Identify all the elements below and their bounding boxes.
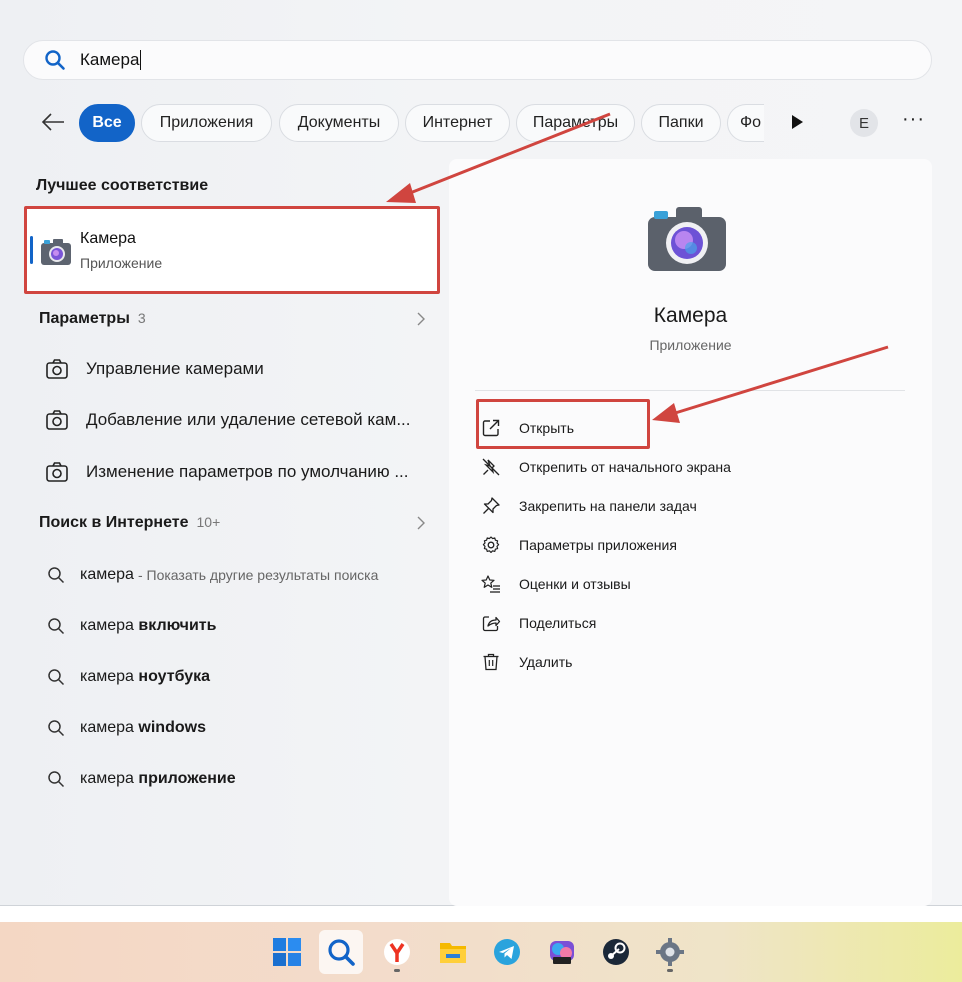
annotation-arrow-1-line	[404, 112, 611, 197]
m365-copilot-icon[interactable]	[540, 930, 584, 974]
steam-icon[interactable]	[594, 930, 638, 974]
taskbar	[0, 922, 962, 982]
yandex-browser-icon[interactable]	[375, 930, 419, 974]
windows-start-icon[interactable]	[265, 930, 309, 974]
settings-gear-icon[interactable]	[648, 930, 692, 974]
annotation-arrow-2-line	[671, 345, 889, 416]
annotation-arrows	[386, 112, 889, 423]
annotation-arrow-1-head	[386, 183, 416, 203]
file-explorer-icon[interactable]	[431, 930, 475, 974]
search-panel: Камера Все Приложения Документы Интернет…	[0, 0, 962, 906]
search-taskbar-icon[interactable]	[319, 930, 363, 974]
running-indicator	[667, 969, 673, 972]
telegram-icon[interactable]	[485, 930, 529, 974]
annotation-arrow-2-head	[652, 403, 680, 423]
running-indicator	[394, 969, 400, 972]
